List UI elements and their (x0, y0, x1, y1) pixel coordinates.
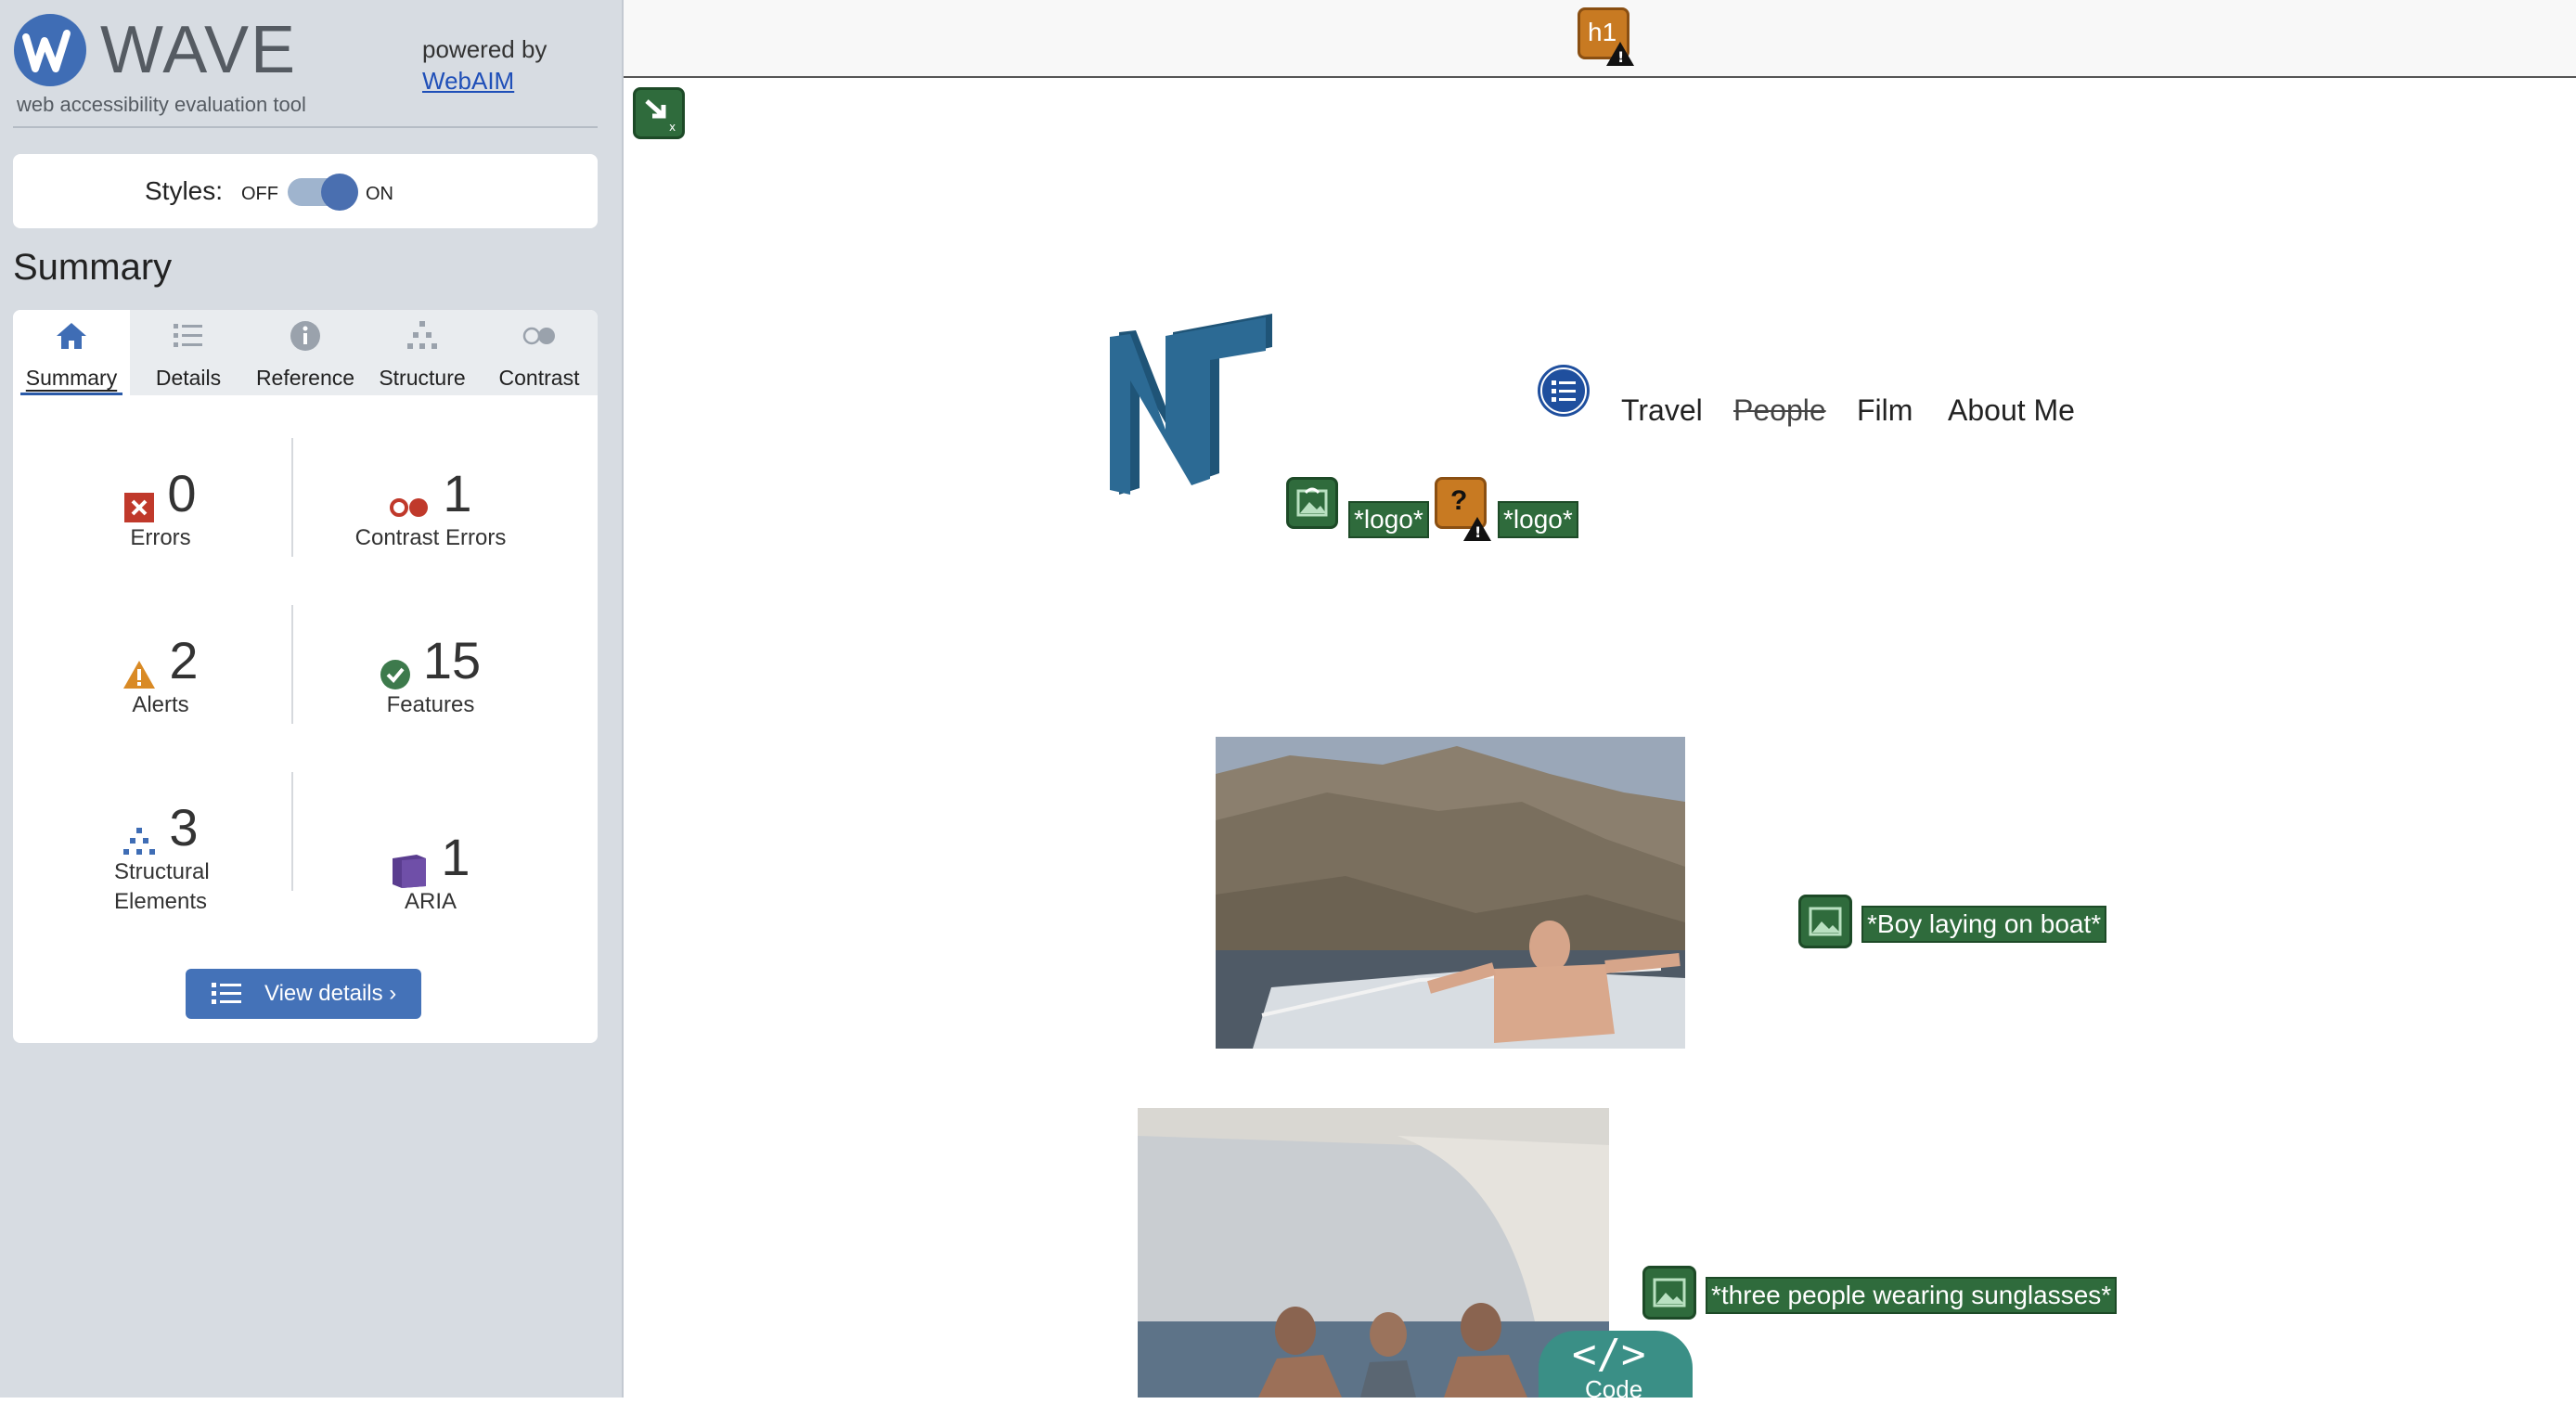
aria-label: ARIA (404, 889, 457, 914)
contrast-errors-count: 1 (443, 464, 472, 522)
errors-count: 0 (167, 464, 197, 522)
contrast-errors-label: Contrast Errors (354, 525, 507, 550)
divider (13, 126, 598, 128)
svg-text:x: x (669, 121, 676, 134)
info-icon (290, 321, 320, 351)
nt-logo-image (1110, 314, 1272, 495)
code-button-label: Code (1585, 1375, 1643, 1403)
home-icon (57, 323, 86, 349)
tab-structure[interactable]: Structure (364, 310, 481, 395)
summary-panel: Summary Details Reference Structure Cont… (13, 310, 598, 1043)
powered-by-text: powered by (422, 35, 547, 63)
contrast-icon (522, 327, 555, 345)
nav-link-travel[interactable]: Travel (1621, 393, 1703, 428)
divider (291, 438, 293, 557)
linked-image-icon[interactable] (1286, 477, 1338, 529)
image-with-alt-icon[interactable] (1798, 895, 1852, 948)
alt-text-tag: *logo* (1348, 501, 1429, 538)
three-people-photo (1138, 1108, 1609, 1398)
alt-text-tag: *three people wearing sunglasses* (1706, 1277, 2118, 1314)
styles-label: Styles: (145, 176, 224, 205)
code-toggle-button[interactable]: </> Code (1539, 1331, 1693, 1403)
check-icon (380, 659, 410, 689)
suspicious-alt-icon[interactable]: ? (1435, 477, 1491, 541)
view-details-label: View details › (264, 981, 397, 1006)
tab-label: Details (155, 366, 222, 390)
stat-errors[interactable]: 0 Errors (26, 464, 295, 553)
image-with-alt-icon[interactable] (1642, 1266, 1696, 1320)
stat-aria[interactable]: 1 ARIA (296, 828, 565, 917)
styles-toggle-switch[interactable] (288, 174, 358, 211)
divider (291, 772, 293, 891)
warning-icon (1606, 42, 1634, 66)
styles-on-label: ON (366, 184, 393, 204)
list-icon (174, 324, 202, 347)
evaluated-page: h1 x *logo* ? *logo* Travel People Film … (624, 0, 2576, 1403)
wave-subtitle: web accessibility evaluation tool (17, 93, 306, 116)
divider (291, 605, 293, 724)
stat-features[interactable]: 15 Features (296, 631, 565, 720)
tab-details[interactable]: Details (130, 310, 247, 395)
wave-logo-icon (14, 14, 86, 86)
view-details-button[interactable]: View details › (186, 969, 421, 1019)
summary-heading: Summary (13, 247, 173, 288)
stat-alerts[interactable]: 2 Alerts (26, 631, 295, 720)
tab-label: Summary (25, 366, 118, 390)
alerts-count: 2 (169, 631, 199, 689)
structure-icon (123, 827, 156, 855)
aria-count: 1 (441, 828, 470, 886)
error-icon (124, 492, 155, 522)
tab-summary[interactable]: Summary (13, 310, 130, 395)
alert-icon (123, 660, 156, 689)
wave-title: WAVE (100, 13, 298, 87)
alt-text-tag: *Boy laying on boat* (1861, 906, 2107, 943)
stat-contrast-errors[interactable]: 1 Contrast Errors (296, 464, 565, 553)
question-icon: ? (1450, 485, 1468, 516)
h1-heading-badge[interactable]: h1 (1578, 7, 1634, 66)
contrast-error-icon (390, 497, 429, 517)
webaim-link[interactable]: WebAIM (422, 67, 514, 96)
hierarchy-icon (407, 321, 437, 349)
skip-link-icon[interactable]: x (633, 87, 685, 139)
structural-count: 3 (169, 798, 199, 857)
tab-reference[interactable]: Reference (247, 310, 364, 395)
warning-icon (1463, 517, 1491, 541)
styles-off-label: OFF (241, 184, 278, 204)
alt-text-tag: *logo* (1498, 501, 1578, 538)
nav-link-about-me[interactable]: About Me (1948, 393, 2075, 428)
nav-link-people[interactable]: People (1733, 393, 1826, 428)
tab-label: Reference (255, 366, 355, 390)
wave-sidebar: WAVE web accessibility evaluation tool p… (0, 0, 624, 1398)
tab-contrast[interactable]: Contrast (481, 310, 598, 395)
panel-tabs: Summary Details Reference Structure Cont… (13, 310, 598, 395)
stat-structural[interactable]: 3 Structural Elements (26, 798, 295, 917)
tab-label: Contrast (498, 366, 580, 390)
styles-toggle-box: Styles: OFF ON (13, 154, 598, 228)
structural-label: Structural Elements (114, 859, 210, 914)
alerts-label: Alerts (132, 692, 189, 717)
boy-on-boat-photo (1216, 737, 1685, 1049)
list-icon (212, 983, 241, 1004)
errors-label: Errors (130, 525, 191, 550)
code-icon: </> (1572, 1331, 1646, 1378)
features-label: Features (386, 692, 475, 717)
nav-link-film[interactable]: Film (1857, 393, 1913, 428)
unordered-list-icon[interactable] (1537, 364, 1591, 418)
aria-icon (393, 854, 427, 888)
tab-label: Structure (379, 366, 466, 390)
features-count: 15 (422, 631, 482, 689)
